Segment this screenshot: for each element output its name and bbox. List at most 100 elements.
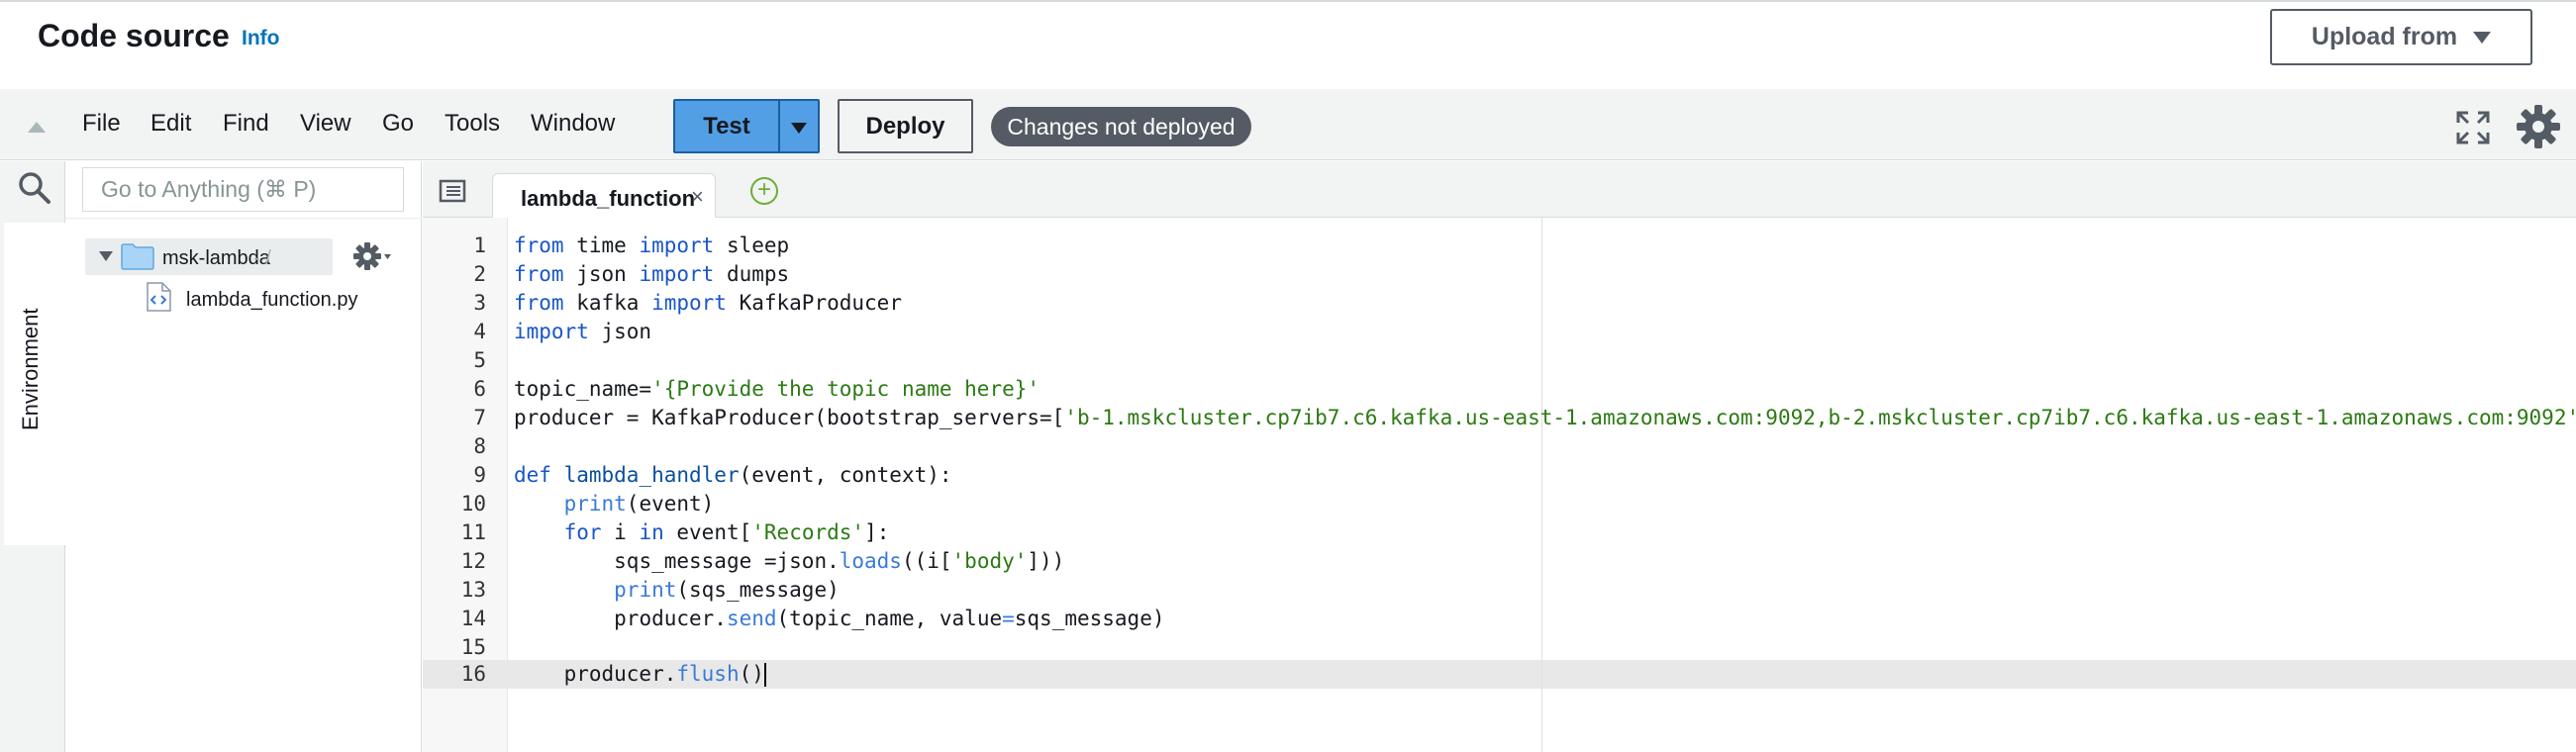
page-title: Code source: [38, 18, 230, 53]
line-number: 14: [460, 607, 486, 630]
tree-file-lambda-function[interactable]: lambda_function.py: [145, 280, 402, 316]
code-line-4: import json: [514, 318, 651, 346]
code-line-16: producer.flush(): [514, 660, 766, 689]
add-tab-icon[interactable]: +: [750, 177, 778, 205]
code-token: loads: [839, 549, 902, 573]
upload-from-label: Upload from: [2311, 23, 2458, 50]
code-token: 'b-1.mskcluster.cp7ib7.c6.kafka.us-east-…: [1064, 406, 2576, 429]
search-icon[interactable]: [18, 171, 51, 205]
code-token: def: [514, 463, 551, 487]
code-token: event[: [663, 520, 752, 544]
code-token: sqs_message): [1014, 607, 1165, 630]
menu-file[interactable]: File: [82, 110, 121, 138]
file-tree-panel: msk-lambda - / lambda_function.py: [65, 161, 422, 752]
code-token: sqs_message =json.: [614, 549, 840, 573]
deploy-button[interactable]: Deploy: [838, 99, 973, 153]
code-line-1: from time import sleep: [514, 232, 789, 260]
text-cursor: [763, 663, 766, 687]
menu-window[interactable]: Window: [531, 110, 615, 138]
python-file-icon: [147, 282, 171, 312]
line-number: 10: [460, 492, 486, 516]
code-token: json: [588, 320, 652, 343]
code-token: for: [563, 520, 602, 544]
code-line-11: for i in event['Records']:: [514, 518, 890, 547]
code-token: ]:: [864, 520, 890, 544]
code-token: import: [651, 291, 727, 315]
print-margin: [1541, 218, 1542, 752]
menu-edit[interactable]: Edit: [150, 110, 191, 138]
code-line-7: producer = KafkaProducer(bootstrap_serve…: [514, 404, 2576, 432]
code-token: producer.: [614, 607, 727, 630]
upload-from-button[interactable]: Upload from: [2270, 9, 2532, 65]
code-token: (event): [626, 492, 715, 516]
test-dropdown-icon[interactable]: [791, 123, 807, 134]
line-number: 11: [460, 520, 486, 544]
caret-down-icon: [2473, 31, 2492, 44]
line-number: 8: [473, 434, 486, 458]
go-to-anything-input[interactable]: [82, 167, 404, 212]
code-token: import: [639, 262, 715, 286]
environment-tab-label: Environment: [18, 308, 43, 430]
close-icon[interactable]: ×: [691, 184, 704, 210]
line-number: 15: [460, 635, 486, 659]
code-token: ((i[: [901, 549, 952, 573]
editor-tabbar: lambda_function × +: [423, 161, 2576, 219]
test-button-group: Test: [673, 99, 820, 153]
line-number: 3: [473, 291, 486, 315]
code-token: =: [1002, 607, 1015, 630]
line-number: 16: [460, 662, 486, 686]
menu-go[interactable]: Go: [382, 110, 414, 138]
tree-caret-down-icon[interactable]: [99, 251, 113, 261]
ide-menubar: File Edit Find View Go Tools Window Test…: [0, 89, 2576, 160]
code-token: kafka: [563, 291, 652, 315]
code-token: from: [514, 291, 564, 315]
tree-folder-msk-lambda[interactable]: msk-lambda - /: [85, 238, 333, 275]
code-token: producer.: [563, 662, 677, 686]
line-number: 13: [460, 578, 486, 602]
code-token: KafkaProducer: [726, 291, 902, 315]
code-source-header: Code source Info Upload from: [0, 0, 2576, 89]
code-token: '{Provide the topic name here}': [651, 377, 1040, 401]
code-line-9: def lambda_handler(event, context):: [514, 461, 952, 490]
menu-view[interactable]: View: [300, 110, 351, 138]
code-token: (sqs_message): [676, 578, 840, 602]
code-token: topic_name=: [514, 377, 652, 401]
tree-settings-gear-icon[interactable]: [352, 240, 392, 272]
code-token: 'body': [951, 549, 1028, 573]
tab-label: lambda_function: [521, 186, 696, 211]
code-line-3: from kafka import KafkaProducer: [514, 289, 902, 318]
folder-icon: [121, 243, 154, 270]
line-number: 7: [473, 406, 486, 429]
code-token: producer = KafkaProducer(bootstrap_serve…: [514, 406, 1065, 429]
menu-find[interactable]: Find: [223, 110, 269, 138]
fullscreen-icon[interactable]: [2456, 111, 2490, 144]
code-token: (event, context):: [739, 463, 952, 487]
code-line-13: print(sqs_message): [514, 576, 840, 605]
code-line-6: topic_name='{Provide the topic name here…: [514, 375, 1040, 404]
code-line-10: print(event): [514, 490, 715, 518]
ide-side-strip: Environment: [0, 161, 65, 752]
code-token: dumps: [714, 262, 790, 286]
tab-lambda-function[interactable]: lambda_function ×: [492, 173, 716, 219]
panel-toggle-icon[interactable]: [439, 179, 466, 203]
info-link[interactable]: Info: [242, 27, 279, 50]
line-number: 6: [473, 377, 486, 401]
preferences-gear-icon[interactable]: [2516, 104, 2561, 149]
test-button[interactable]: Test: [675, 101, 780, 151]
code-token: send: [726, 607, 777, 630]
line-number: 4: [473, 320, 486, 343]
code-token: in: [639, 520, 664, 544]
menu-tools[interactable]: Tools: [445, 110, 500, 138]
collapse-arrow-icon[interactable]: [28, 122, 46, 133]
code-line-2: from json import dumps: [514, 260, 789, 289]
code-line-14: producer.send(topic_name, value=sqs_mess…: [514, 605, 1164, 633]
code-token: json: [563, 262, 640, 286]
tree-divider: [65, 218, 422, 219]
environment-tab[interactable]: Environment: [4, 223, 65, 545]
code-token: (): [739, 662, 764, 686]
code-token: import: [639, 234, 715, 257]
